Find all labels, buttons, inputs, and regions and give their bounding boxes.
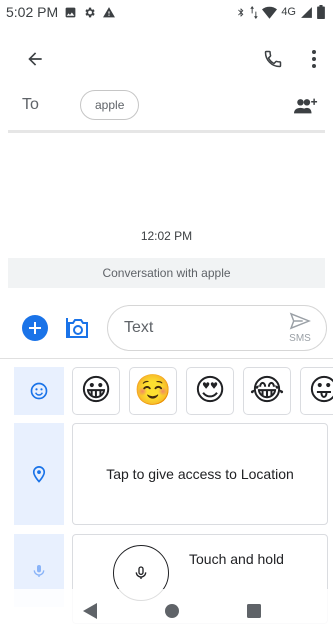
emoji-row: 😀 ☺️ 😍 😂 😛 [72, 367, 333, 415]
recipients-row: To apple [0, 86, 333, 126]
location-pin-icon [32, 466, 46, 483]
nav-recents-button[interactable] [242, 599, 266, 623]
more-options-button[interactable] [302, 44, 326, 74]
header-divider [8, 130, 325, 133]
message-text-field[interactable]: SMS [107, 305, 327, 351]
back-triangle-icon [83, 603, 97, 619]
data-arrows-icon [250, 5, 259, 19]
back-button[interactable] [20, 44, 50, 74]
tab-location[interactable] [14, 423, 64, 525]
top-app-bar [0, 40, 333, 76]
emoji-grinning[interactable]: 😀 [72, 367, 120, 415]
camera-button[interactable] [64, 314, 92, 342]
gear-icon [83, 6, 96, 19]
compose-row: SMS [0, 304, 333, 352]
smiley-icon [30, 382, 48, 400]
mic-icon [33, 564, 45, 577]
home-circle-icon [165, 604, 179, 618]
status-time: 5:02 PM [6, 4, 59, 20]
nav-home-button[interactable] [160, 599, 184, 623]
wifi-icon [262, 6, 278, 19]
phone-icon [264, 50, 282, 68]
send-label: SMS [289, 333, 311, 344]
mic-icon [135, 566, 147, 579]
bluetooth-icon [236, 6, 246, 19]
emoji-tears-of-joy[interactable]: 😂 [243, 367, 291, 415]
attach-button[interactable] [22, 315, 48, 341]
camera-icon [66, 318, 88, 338]
signal-icon [300, 6, 313, 19]
send-sms-button[interactable]: SMS [280, 312, 320, 348]
message-timestamp: 12:02 PM [140, 229, 193, 243]
plus-circle-icon [29, 322, 41, 334]
status-left: 5:02 PM [6, 4, 116, 20]
emoji-heart-eyes[interactable]: 😍 [186, 367, 234, 415]
panel-tabs [14, 367, 64, 607]
emoji-tongue[interactable]: 😛 [300, 367, 333, 415]
to-label: To [22, 96, 39, 113]
tab-emoji[interactable] [14, 367, 64, 415]
image-icon [64, 6, 77, 19]
network-type: 4G [281, 6, 296, 18]
recents-square-icon [247, 604, 261, 618]
more-vert-icon [312, 50, 316, 68]
location-prompt: Tap to give access to Location [106, 466, 294, 482]
emoji-smiling[interactable]: ☺️ [129, 367, 177, 415]
nav-back-button[interactable] [78, 599, 102, 623]
send-icon [289, 312, 311, 330]
location-access-card[interactable]: Tap to give access to Location [72, 423, 328, 525]
arrow-left-icon [28, 52, 42, 66]
add-people-icon [294, 98, 318, 114]
status-right: 4G [236, 5, 325, 19]
status-bar: 5:02 PM 4G [0, 0, 333, 24]
message-input[interactable] [124, 316, 264, 340]
system-nav-bar [0, 589, 333, 633]
compose-divider [0, 358, 333, 359]
touch-hold-label: Touch and hold [189, 551, 284, 567]
battery-icon [317, 5, 325, 19]
conversation-banner: Conversation with apple [8, 258, 325, 288]
warning-icon [102, 6, 116, 19]
call-button[interactable] [258, 44, 288, 74]
recipient-chip[interactable]: apple [80, 90, 140, 120]
add-people-button[interactable] [290, 92, 322, 120]
